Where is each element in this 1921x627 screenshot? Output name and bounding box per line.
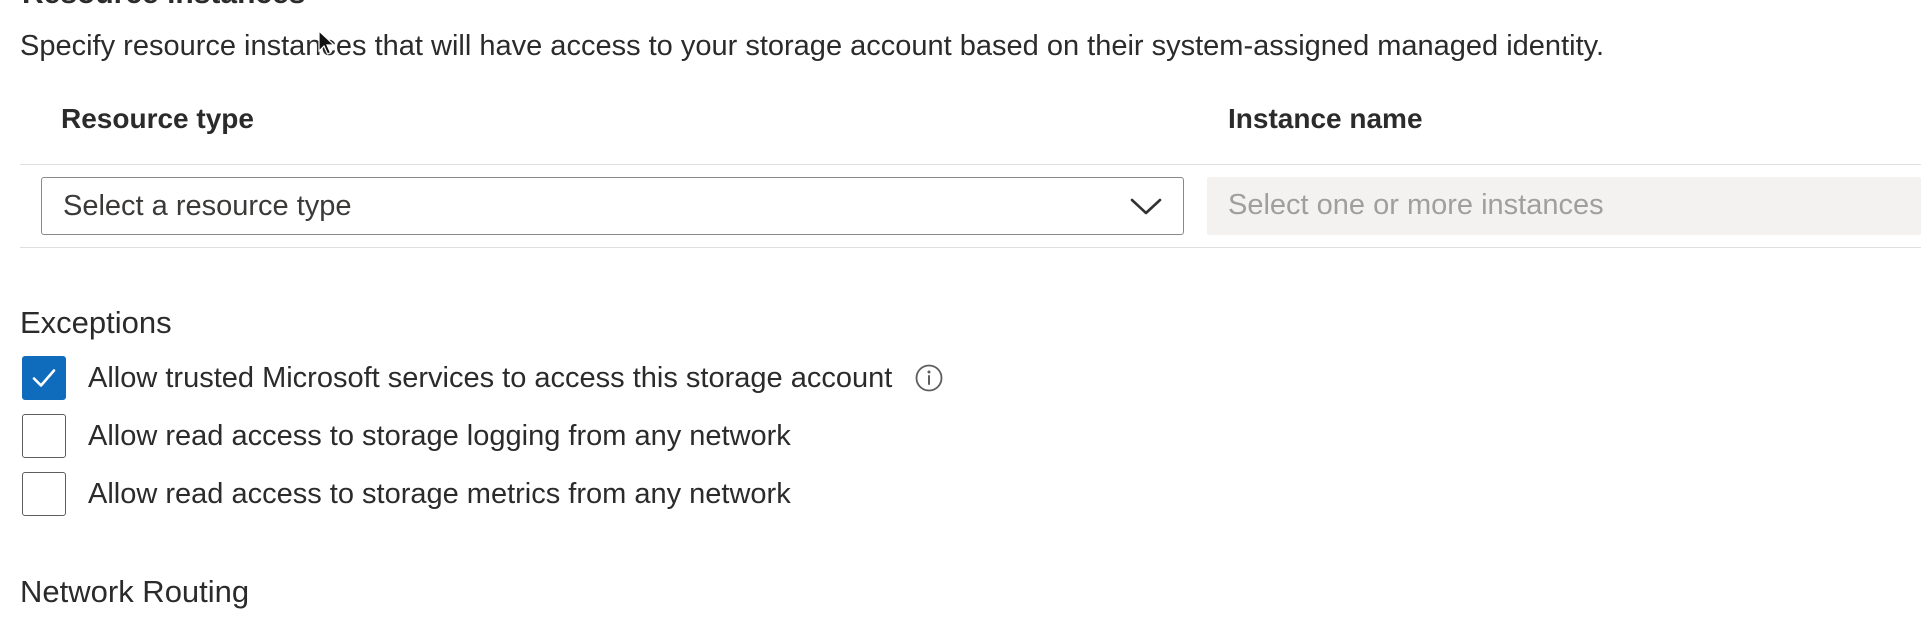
allow-read-metrics-checkbox[interactable] [22,472,66,516]
chevron-down-icon [1130,198,1162,215]
resource-type-placeholder: Select a resource type [63,190,352,222]
column-header-instance-name: Instance name [1228,103,1423,134]
resource-type-dropdown[interactable]: Select a resource type [41,177,1184,235]
resource-instances-description: Specify resource instances that will hav… [20,30,1605,62]
allow-read-logging-checkbox-row[interactable]: Allow read access to storage logging fro… [22,413,791,459]
allow-read-metrics-label: Allow read access to storage metrics fro… [88,478,791,510]
column-header-resource-type: Resource type [61,103,254,134]
network-routing-heading: Network Routing [20,574,250,609]
mouse-cursor-icon [318,30,336,55]
table-divider-top [20,164,1921,165]
table-divider-bottom [20,247,1921,248]
info-icon[interactable] [914,363,944,393]
instance-name-placeholder: Select one or more instances [1228,189,1604,221]
allow-read-logging-label: Allow read access to storage logging fro… [88,420,791,452]
exceptions-heading: Exceptions [20,305,172,340]
allow-trusted-services-checkbox-row[interactable]: Allow trusted Microsoft services to acce… [22,355,944,401]
checkmark-icon [32,369,56,387]
allow-trusted-services-checkbox[interactable] [22,356,66,400]
resource-instances-heading: Resource instances [22,0,305,10]
allow-read-metrics-checkbox-row[interactable]: Allow read access to storage metrics fro… [22,471,791,517]
instance-name-dropdown[interactable]: Select one or more instances [1207,177,1921,235]
allow-read-logging-checkbox[interactable] [22,414,66,458]
allow-trusted-services-label: Allow trusted Microsoft services to acce… [88,362,893,394]
networking-settings-panel: Resource instances Specify resource inst… [0,0,1921,627]
